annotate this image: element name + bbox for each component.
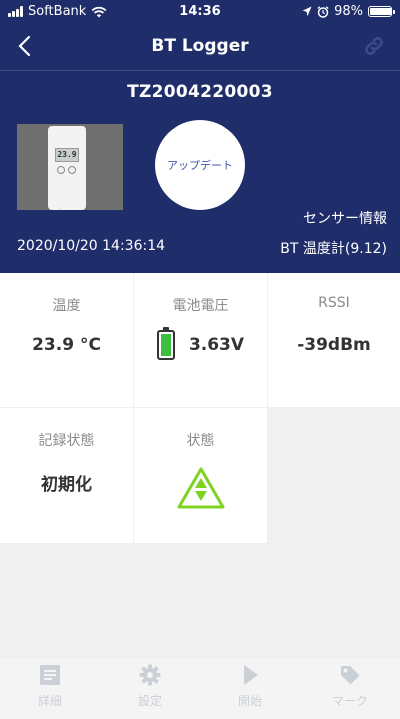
tile-state: 状態 — [134, 408, 267, 543]
battery-level-icon — [156, 327, 175, 360]
device-serial: TZ2004220003 — [127, 82, 273, 102]
gear-icon — [139, 664, 161, 686]
alarm-clock-icon — [317, 5, 329, 18]
battery-voltage-label: 電池電圧 — [172, 298, 229, 314]
tab-settings[interactable]: 設定 — [100, 658, 200, 719]
tile-rssi: RSSI -39dBm — [268, 273, 400, 407]
battery-icon — [368, 6, 395, 17]
page-title: BT Logger — [151, 36, 249, 56]
header-panel: SoftBank 14:36 98% BT Logger TZ200422000… — [0, 0, 400, 273]
device-button-left — [57, 166, 65, 174]
rssi-value: -39dBm — [297, 335, 371, 355]
sensor-info-link[interactable]: センサー情報 — [303, 208, 387, 228]
tab-details[interactable]: 詳細 — [0, 658, 100, 719]
battery-percent: 98% — [334, 4, 363, 19]
header-divider — [0, 70, 400, 71]
location-arrow-icon — [302, 6, 312, 17]
battery-voltage-value: 3.63V — [188, 335, 245, 355]
device-model: BT 温度計(9.12) — [280, 241, 387, 257]
record-state-label: 記録状態 — [38, 433, 95, 449]
device-probe — [59, 208, 62, 210]
state-label: 状態 — [186, 433, 215, 449]
link-icon[interactable] — [362, 34, 386, 58]
tag-icon — [341, 666, 360, 685]
tab-settings-label: 設定 — [137, 694, 162, 708]
battery-level-fill — [160, 334, 171, 356]
up-down-triangle-icon — [177, 467, 225, 509]
temperature-value: 23.9 °C — [32, 335, 101, 355]
tab-start[interactable]: 開始 — [200, 658, 300, 719]
status-right: 98% — [302, 4, 395, 19]
device-body: 23.9 — [48, 126, 86, 210]
tab-mark[interactable]: マーク — [300, 658, 400, 719]
tile-temperature: 温度 23.9 °C — [0, 273, 133, 407]
record-state-value: 初期化 — [41, 475, 92, 495]
battery-voltage-row: 3.63V — [134, 327, 267, 360]
battery-fill — [370, 8, 392, 15]
play-icon — [244, 665, 258, 685]
temperature-label: 温度 — [52, 298, 81, 314]
device-timestamp: 2020/10/20 14:36:14 — [17, 238, 166, 254]
nav-bar: BT Logger — [0, 24, 400, 68]
tile-battery-voltage: 電池電圧 3.63V — [134, 273, 267, 407]
tab-details-label: 詳細 — [37, 694, 62, 708]
tab-start-label: 開始 — [237, 694, 262, 708]
bottom-tab-bar: 詳細 設定 開始 マーク — [0, 658, 400, 719]
device-lcd: 23.9 — [55, 148, 79, 162]
device-photo: 23.9 — [17, 124, 123, 210]
rssi-label: RSSI — [318, 295, 350, 311]
device-button-right — [68, 166, 76, 174]
tile-record-state: 記録状態 初期化 — [0, 408, 133, 543]
tab-mark-label: マーク — [331, 694, 368, 708]
list-icon — [40, 665, 60, 685]
app-screen: SoftBank 14:36 98% BT Logger TZ200422000… — [0, 0, 400, 719]
status-bar: SoftBank 14:36 98% — [0, 0, 400, 24]
update-button[interactable]: アップデート — [155, 120, 245, 210]
